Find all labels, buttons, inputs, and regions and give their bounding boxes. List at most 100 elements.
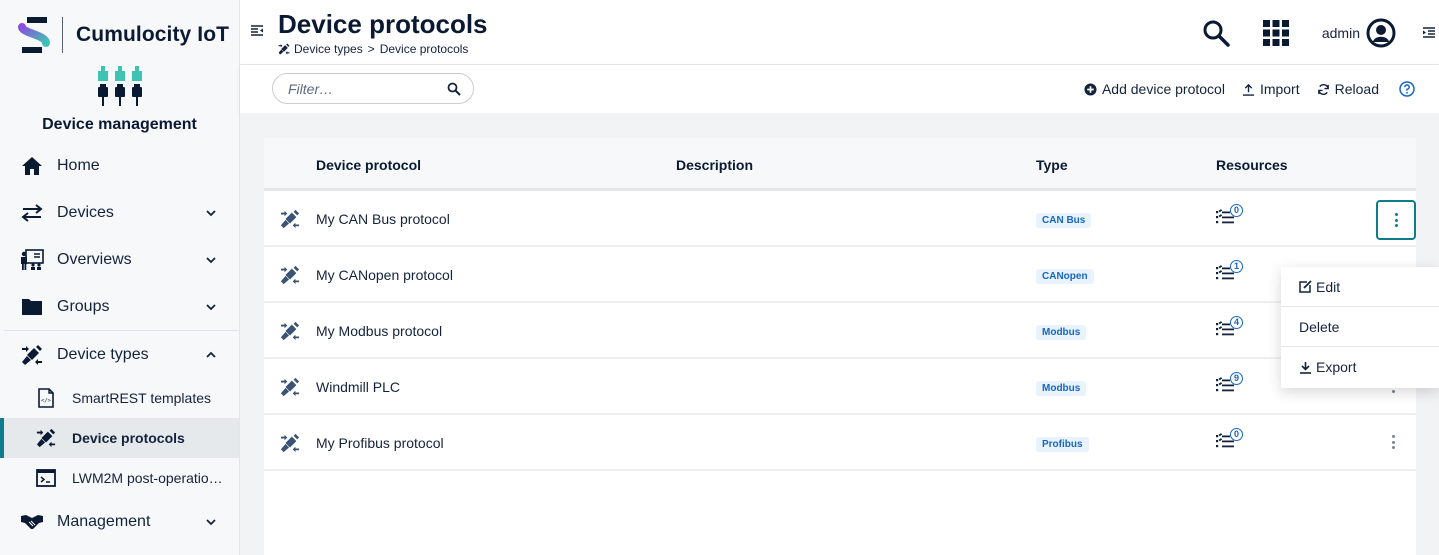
column-header-description[interactable]: Description (676, 157, 753, 173)
column-header-resources[interactable]: Resources (1216, 157, 1288, 173)
reload-button[interactable]: Reload (1317, 81, 1379, 97)
reload-label: Reload (1334, 81, 1379, 97)
export-menu-item[interactable]: Export (1281, 347, 1439, 387)
plug-connect-icon (36, 428, 56, 448)
resources-indicator[interactable]: 9 (1216, 371, 1248, 393)
folder-icon (20, 295, 44, 319)
sidebar-item-lwm2m-post-operations[interactable]: LWM2M post-operatio… (0, 458, 239, 498)
resources-indicator[interactable]: 0 (1216, 427, 1248, 449)
sidebar-item-overviews[interactable]: Overviews (0, 236, 239, 283)
help-icon[interactable] (1399, 81, 1415, 97)
export-label: Export (1316, 359, 1357, 375)
import-button[interactable]: Import (1242, 81, 1300, 97)
plug-connect-icon (20, 343, 44, 367)
chevron-down-icon[interactable] (205, 516, 217, 528)
row-actions-button[interactable] (1376, 200, 1416, 240)
actions: Add device protocol Import Reload (1067, 65, 1415, 113)
user-name[interactable]: admin (1322, 25, 1360, 41)
sidebar-item-management[interactable]: Management (0, 498, 239, 545)
download-icon (1300, 361, 1311, 374)
sidebar-item-device-protocols[interactable]: Device protocols (0, 418, 239, 458)
sidebar-item-label: Management (57, 512, 151, 530)
breadcrumb-item-device-types[interactable]: Device types (294, 42, 363, 56)
more-vertical-icon (1391, 435, 1395, 449)
add-device-protocol-button[interactable]: Add device protocol (1084, 81, 1225, 97)
filter-input[interactable] (273, 74, 433, 103)
protocol-name[interactable]: My Profibus protocol (316, 435, 444, 451)
resources-count-badge: 9 (1230, 372, 1243, 385)
user-avatar-icon[interactable] (1366, 18, 1396, 48)
edit-menu-item[interactable]: Edit (1281, 267, 1439, 307)
edit-icon (1299, 280, 1312, 293)
search-icon[interactable] (1202, 19, 1230, 47)
table-header: Device protocol Description Type Resourc… (264, 138, 1416, 191)
edit-label: Edit (1316, 278, 1341, 295)
protocol-type-badge: CANopen (1036, 269, 1094, 284)
plug-connect-icon (280, 377, 300, 397)
upload-icon (1242, 83, 1255, 96)
delete-label: Delete (1299, 318, 1340, 335)
protocol-type-badge: Modbus (1036, 325, 1087, 340)
protocol-type-badge: Profibus (1036, 437, 1089, 452)
sidebar-item-smartrest-templates[interactable]: </> SmartREST templates (0, 378, 239, 418)
breadcrumb-separator: > (367, 42, 375, 56)
plug-connect-icon (280, 433, 300, 453)
table-row[interactable]: Windmill PLC Modbus 9 (264, 359, 1416, 415)
cumulocity-logo-icon (18, 17, 50, 53)
protocol-name[interactable]: My CAN Bus protocol (316, 211, 450, 227)
protocol-type-badge: Modbus (1036, 381, 1087, 396)
exchange-arrows-icon (20, 201, 44, 225)
table-body: My CAN Bus protocol CAN Bus 0 My CANopen pr… (264, 191, 1416, 471)
page-title: Device protocols (278, 9, 488, 39)
resources-indicator[interactable]: 4 (1216, 315, 1248, 337)
add-device-protocol-label: Add device protocol (1101, 81, 1225, 97)
more-vertical-icon (1394, 213, 1398, 227)
filter-field (272, 73, 474, 104)
app-switcher-grid-icon[interactable] (1262, 19, 1290, 47)
protocol-name[interactable]: My CANopen protocol (316, 267, 453, 283)
sidebar-item-home[interactable]: Home (0, 142, 239, 189)
toggle-navigator-icon[interactable] (250, 24, 264, 38)
protocol-name[interactable]: Windmill PLC (316, 379, 400, 395)
home-icon (20, 154, 44, 178)
sidebar-item-label: Devices (57, 203, 114, 221)
brand: Cumulocity IoT (0, 0, 239, 70)
presentation-icon (20, 248, 44, 272)
resources-indicator[interactable]: 0 (1216, 203, 1248, 225)
chevron-down-icon[interactable] (205, 254, 217, 266)
code-file-icon: </> (36, 388, 56, 408)
import-label: Import (1259, 81, 1300, 97)
sidebar-item-device-types[interactable]: Device types (0, 331, 239, 378)
sidebar-item-label: SmartREST templates (72, 390, 212, 406)
chevron-down-icon[interactable] (205, 207, 217, 219)
sidebar-item-label: LWM2M post-operatio… (72, 470, 223, 486)
resources-indicator[interactable]: 1 (1216, 259, 1248, 281)
column-header-type[interactable]: Type (1036, 157, 1068, 173)
sidebar-item-groups[interactable]: Groups (0, 283, 239, 330)
plug-connect-icon (280, 209, 300, 229)
table-row[interactable]: My CAN Bus protocol CAN Bus 0 (264, 191, 1416, 247)
plug-connect-icon (280, 265, 300, 285)
sidebar-nav: Home Devices Overviews Groups Device typ… (0, 142, 239, 545)
refresh-icon (1317, 83, 1329, 95)
handshake-icon (20, 510, 44, 534)
plug-connect-icon (278, 43, 290, 55)
action-bar: Add device protocol Import Reload (240, 65, 1439, 113)
delete-menu-item[interactable]: Delete (1281, 307, 1439, 347)
column-header-device-protocol[interactable]: Device protocol (316, 157, 421, 173)
table-row[interactable]: My Profibus protocol Profibus 0 (264, 415, 1416, 471)
sidebar-item-label: Device types (57, 345, 149, 363)
table-row[interactable]: My Modbus protocol Modbus 4 (264, 303, 1416, 359)
sidebar-item-devices[interactable]: Devices (0, 189, 239, 236)
plugs-icon (97, 66, 142, 106)
protocol-name[interactable]: My Modbus protocol (316, 323, 442, 339)
table-row[interactable]: My CANopen protocol CANopen 1 (264, 247, 1416, 303)
page-header: Device protocols Device types > Device p… (240, 0, 1439, 65)
chevron-up-icon[interactable] (205, 349, 217, 361)
row-actions-dropdown: Edit Delete Export (1281, 267, 1439, 388)
chevron-down-icon[interactable] (205, 301, 217, 313)
row-actions-button[interactable] (1386, 430, 1400, 454)
app-name: Device management (42, 116, 197, 133)
plus-circle-icon (1084, 82, 1097, 96)
toggle-right-drawer-icon[interactable] (1422, 26, 1436, 40)
